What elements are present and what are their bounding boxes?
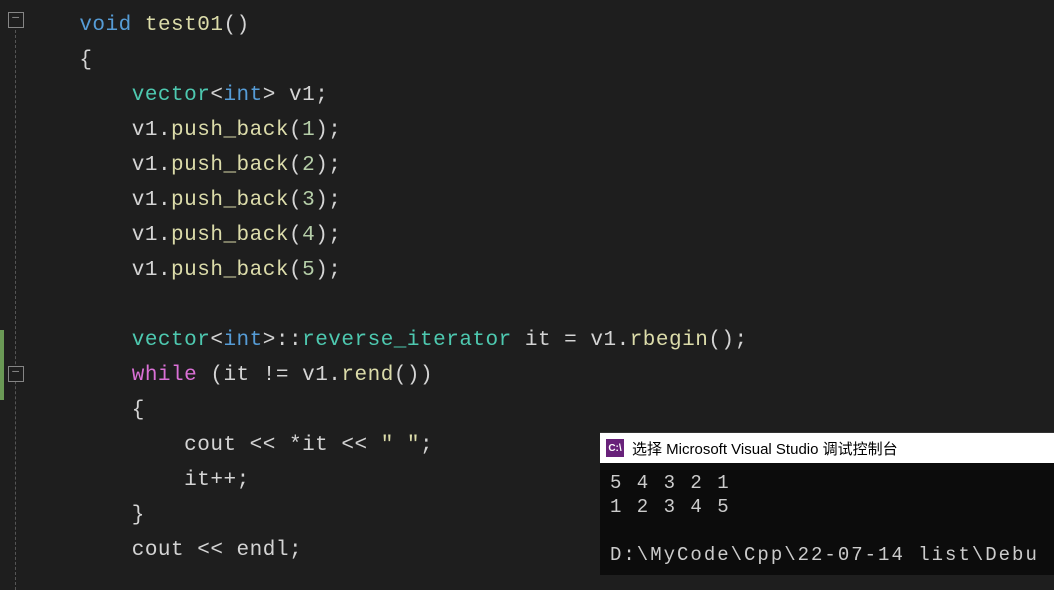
editor-gutter: − − xyxy=(0,8,40,587)
console-output[interactable]: 5 4 3 2 1 1 2 3 4 5 D:\MyCode\Cpp\22-07-… xyxy=(600,463,1054,575)
code-line[interactable]: vector<int>::reverse_iterator it = v1.rb… xyxy=(40,323,1054,358)
function-name: test01 xyxy=(145,14,224,37)
type: vector xyxy=(132,84,211,107)
output-line: D:\MyCode\Cpp\22-07-14 list\Debu xyxy=(610,544,1039,566)
code-line[interactable]: v1.push_back(5); xyxy=(40,253,1054,288)
debug-console-window[interactable]: C:\ 选择 Microsoft Visual Studio 调试控制台 5 4… xyxy=(600,432,1054,575)
code-line[interactable]: { xyxy=(40,43,1054,78)
console-title-text: 选择 Microsoft Visual Studio 调试控制台 xyxy=(632,438,898,459)
code-line[interactable]: v1.push_back(4); xyxy=(40,218,1054,253)
code-line[interactable]: v1.push_back(2); xyxy=(40,148,1054,183)
output-line: 5 4 3 2 1 xyxy=(610,472,731,494)
brace: } xyxy=(132,504,145,527)
code-line[interactable]: { xyxy=(40,393,1054,428)
console-titlebar[interactable]: C:\ 选择 Microsoft Visual Studio 调试控制台 xyxy=(600,433,1054,463)
brace: { xyxy=(79,49,92,72)
code-line[interactable] xyxy=(40,288,1054,323)
console-icon: C:\ xyxy=(606,439,624,457)
brace: { xyxy=(132,399,145,422)
keyword: void xyxy=(79,14,131,37)
output-line: 1 2 3 4 5 xyxy=(610,496,731,518)
collapse-icon[interactable]: − xyxy=(8,12,24,28)
code-line[interactable]: void test01() xyxy=(40,8,1054,43)
code-line[interactable]: vector<int> v1; xyxy=(40,78,1054,113)
code-line[interactable]: v1.push_back(3); xyxy=(40,183,1054,218)
code-line[interactable]: while (it != v1.rend()) xyxy=(40,358,1054,393)
code-line[interactable]: v1.push_back(1); xyxy=(40,113,1054,148)
collapse-icon[interactable]: − xyxy=(8,366,24,382)
fold-guide-line xyxy=(15,30,17,590)
parens: () xyxy=(223,14,249,37)
